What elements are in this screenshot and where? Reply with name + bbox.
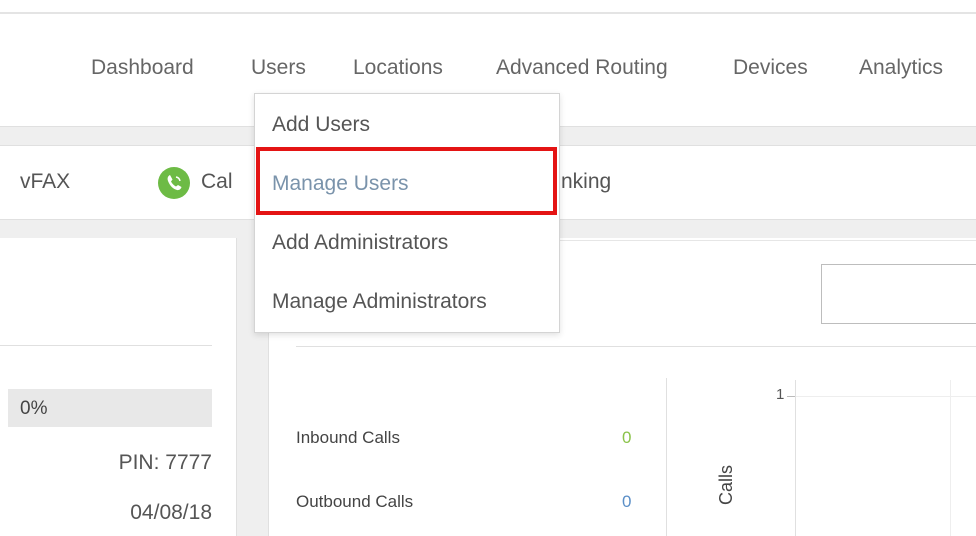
progress-percent: 0% xyxy=(20,398,48,419)
chart-y-axis-label: Calls xyxy=(716,464,736,505)
chart-tick-mark xyxy=(787,396,795,397)
left-panel xyxy=(0,238,236,536)
panel-divider xyxy=(296,346,976,347)
nav-advanced-routing[interactable]: Advanced Routing xyxy=(496,56,668,80)
nav-locations[interactable]: Locations xyxy=(353,56,443,80)
menu-manage-administrators[interactable]: Manage Administrators xyxy=(272,290,487,314)
inbound-calls-label: Inbound Calls xyxy=(296,428,400,447)
chart-y-tick: 1 xyxy=(776,386,785,403)
filter-input[interactable] xyxy=(821,264,976,324)
chart-y-axis xyxy=(795,380,796,536)
nav-dashboard[interactable]: Dashboard xyxy=(91,56,194,80)
nav-users[interactable]: Users xyxy=(251,56,306,80)
highlight-box xyxy=(256,147,557,215)
top-border xyxy=(0,12,976,14)
outbound-calls-value: 0 xyxy=(622,492,632,511)
left-divider xyxy=(0,345,212,346)
nav-devices[interactable]: Devices xyxy=(733,56,808,80)
stats-chart-divider xyxy=(666,378,667,536)
menu-add-administrators[interactable]: Add Administrators xyxy=(272,231,448,255)
subnav-partial-label[interactable]: nking xyxy=(561,170,611,194)
subnav-call-partial[interactable]: Cal xyxy=(201,170,233,194)
chart-gridline xyxy=(796,396,976,397)
date-text: 04/08/18 xyxy=(130,501,212,524)
inbound-calls-value: 0 xyxy=(622,428,632,447)
nav-analytics[interactable]: Analytics xyxy=(859,56,943,80)
subnav-vfax[interactable]: vFAX xyxy=(20,170,70,194)
chart-gridline-vertical xyxy=(950,380,951,536)
outbound-calls-label: Outbound Calls xyxy=(296,492,414,511)
phone-icon xyxy=(158,167,190,199)
menu-add-users[interactable]: Add Users xyxy=(272,113,370,137)
pin-text: PIN: 7777 xyxy=(118,451,212,474)
